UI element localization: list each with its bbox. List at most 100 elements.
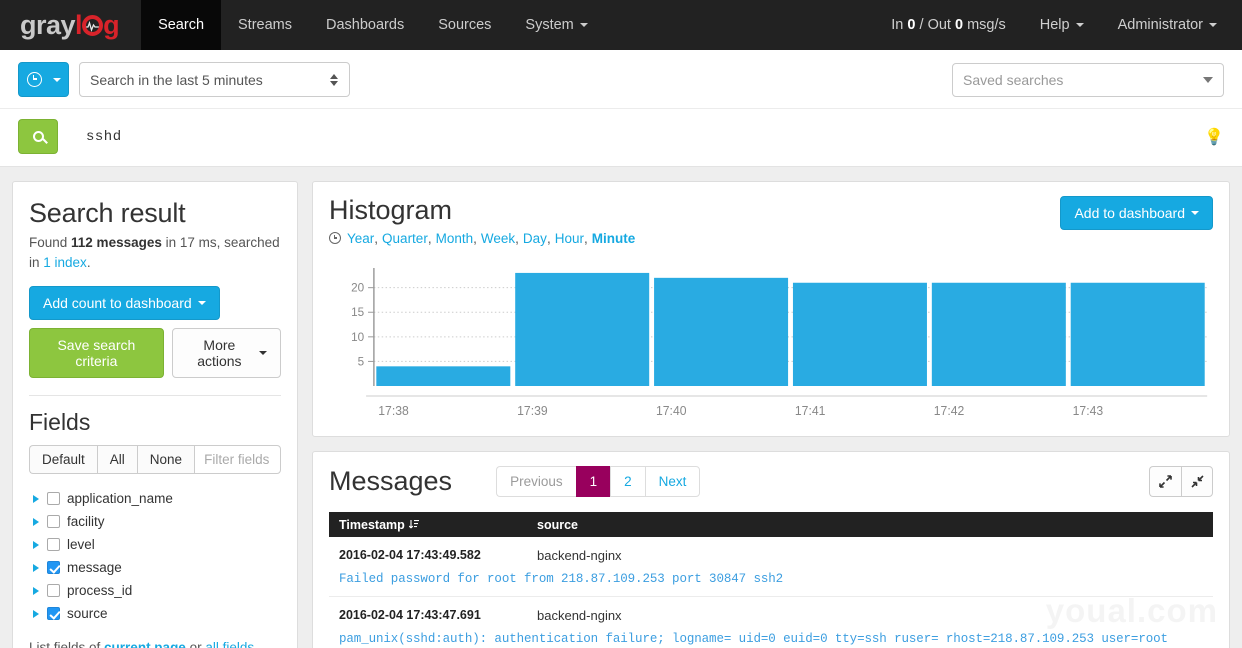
throughput-in-value: 0 bbox=[907, 17, 916, 33]
histogram-bar[interactable] bbox=[792, 282, 927, 386]
field-row-source[interactable]: source bbox=[29, 602, 281, 625]
table-row[interactable]: 2016-02-04 17:43:47.691 backend-nginx pa… bbox=[329, 597, 1213, 648]
stepper-arrows-icon bbox=[330, 73, 338, 86]
histogram-bar[interactable] bbox=[376, 366, 511, 386]
messages-title: Messages bbox=[329, 465, 453, 496]
column-header-timestamp-label: Timestamp bbox=[339, 517, 405, 532]
query-row: 💡 bbox=[0, 109, 1242, 166]
field-row-application-name[interactable]: application_name bbox=[29, 487, 281, 510]
chevron-right-icon[interactable] bbox=[33, 563, 39, 572]
found-suffix: . bbox=[86, 254, 91, 270]
sort-descending-icon bbox=[408, 520, 419, 529]
search-result-title: Search result bbox=[29, 198, 186, 228]
throughput-in-label: In bbox=[891, 17, 904, 33]
current-page-link[interactable]: current page bbox=[104, 640, 186, 648]
add-to-dashboard-button[interactable]: Add to dashboard bbox=[1060, 196, 1213, 230]
field-checkbox[interactable] bbox=[47, 584, 60, 598]
timerange-select[interactable]: Search in the last 5 minutes bbox=[79, 62, 350, 97]
histogram-title: Histogram bbox=[329, 195, 453, 225]
nav-item-help[interactable]: Help bbox=[1023, 0, 1101, 50]
chevron-right-icon[interactable] bbox=[33, 494, 39, 503]
save-search-criteria-button[interactable]: Save search criteria bbox=[29, 328, 164, 379]
histogram-header: Histogram Year, Quarter, Month, Week, Da… bbox=[329, 195, 1213, 246]
chevron-right-icon[interactable] bbox=[33, 540, 39, 549]
y-tick-label: 15 bbox=[351, 305, 364, 319]
resolution-quarter[interactable]: Quarter bbox=[382, 231, 428, 246]
search-query-input[interactable] bbox=[86, 128, 1224, 145]
pagination: Previous 1 2 Next bbox=[496, 465, 701, 498]
pagination-next[interactable]: Next bbox=[644, 465, 701, 498]
resolution-minute[interactable]: Minute bbox=[592, 231, 636, 246]
pagination-page-1[interactable]: 1 bbox=[575, 465, 611, 498]
logo-pulse-icon bbox=[82, 14, 104, 36]
lightbulb-icon[interactable]: 💡 bbox=[1204, 129, 1224, 146]
expand-all-icon[interactable] bbox=[1149, 465, 1181, 497]
chevron-down-icon bbox=[259, 351, 267, 356]
histogram-bar[interactable] bbox=[1070, 282, 1205, 386]
pagination-page-2[interactable]: 2 bbox=[610, 465, 645, 498]
field-checkbox[interactable] bbox=[47, 607, 60, 621]
nav-item-dashboards-label: Dashboards bbox=[326, 17, 405, 33]
table-row[interactable]: 2016-02-04 17:43:49.582 backend-nginx Fa… bbox=[329, 537, 1213, 598]
filter-fields-input[interactable] bbox=[194, 445, 281, 475]
index-link[interactable]: 1 index bbox=[43, 255, 87, 270]
field-checkbox[interactable] bbox=[47, 538, 60, 552]
more-actions-button[interactable]: More actions bbox=[171, 328, 281, 379]
search-sidebar: Search result Found 112 messages in 17 m… bbox=[12, 181, 298, 648]
saved-searches-select[interactable]: Saved searches bbox=[952, 62, 1224, 97]
resolution-month[interactable]: Month bbox=[436, 231, 474, 246]
field-row-facility[interactable]: facility bbox=[29, 510, 281, 533]
fields-all-button[interactable]: All bbox=[96, 445, 137, 475]
sidebar-divider bbox=[29, 395, 281, 397]
graylog-logo[interactable]: gray l g bbox=[0, 0, 141, 50]
resolution-hour[interactable]: Hour bbox=[555, 231, 584, 246]
nav-item-search[interactable]: Search bbox=[141, 0, 222, 50]
field-row-message[interactable]: message bbox=[29, 556, 281, 579]
all-fields-link[interactable]: all fields bbox=[205, 640, 254, 648]
search-button[interactable] bbox=[18, 119, 58, 154]
fields-footer-prefix: List fields of bbox=[29, 640, 105, 648]
fields-footer-mid: or bbox=[185, 640, 206, 648]
nav-item-sources[interactable]: Sources bbox=[421, 0, 508, 50]
histogram-bar[interactable] bbox=[931, 282, 1066, 386]
chevron-right-icon[interactable] bbox=[33, 586, 39, 595]
resolution-day[interactable]: Day bbox=[523, 231, 547, 246]
nav-item-sources-label: Sources bbox=[438, 17, 492, 33]
field-row-level[interactable]: level bbox=[29, 533, 281, 556]
search-result-meta: Found 112 messages in 17 ms, searched in… bbox=[29, 233, 281, 272]
messages-tools bbox=[1149, 465, 1213, 497]
field-checkbox[interactable] bbox=[47, 515, 60, 529]
fields-none-button[interactable]: None bbox=[136, 445, 195, 475]
saved-searches-placeholder: Saved searches bbox=[963, 71, 1064, 88]
nav-item-dashboards[interactable]: Dashboards bbox=[309, 0, 421, 50]
histogram-svg: 5 10 15 20 17:38 17:39 17:40 17:41 17:42 17:43 bbox=[351, 267, 1208, 418]
chevron-right-icon[interactable] bbox=[33, 517, 39, 526]
column-header-timestamp[interactable]: Timestamp bbox=[339, 518, 537, 532]
chevron-right-icon[interactable] bbox=[33, 609, 39, 618]
histogram-bar[interactable] bbox=[515, 272, 650, 386]
nav-item-system[interactable]: System bbox=[508, 0, 604, 50]
timerange-type-button[interactable] bbox=[18, 62, 69, 97]
search-actions-row: Save search criteria More actions bbox=[29, 328, 281, 379]
add-count-to-dashboard-button[interactable]: Add count to dashboard bbox=[29, 286, 220, 321]
collapse-all-icon[interactable] bbox=[1181, 465, 1213, 497]
logo-text-log-g: g bbox=[103, 9, 120, 40]
throughput-indicator: In 0 / Out 0 msg/s bbox=[874, 0, 1022, 50]
nav-item-help-label: Help bbox=[1039, 17, 1070, 33]
nav-item-user-menu[interactable]: Administrator bbox=[1101, 0, 1234, 50]
resolution-year[interactable]: Year bbox=[347, 231, 374, 246]
field-label: facility bbox=[67, 514, 105, 530]
fields-footer-suffix: . bbox=[254, 640, 258, 648]
resolution-week[interactable]: Week bbox=[481, 231, 515, 246]
fields-default-button[interactable]: Default bbox=[29, 445, 97, 475]
field-checkbox[interactable] bbox=[47, 561, 60, 575]
field-checkbox[interactable] bbox=[47, 492, 60, 506]
histogram-chart[interactable]: 5 10 15 20 17:38 17:39 17:40 17:41 17:42 17:43 bbox=[329, 264, 1213, 424]
pagination-previous[interactable]: Previous bbox=[496, 465, 576, 498]
histogram-bar[interactable] bbox=[654, 277, 789, 386]
field-row-process-id[interactable]: process_id bbox=[29, 579, 281, 602]
primary-nav: Search Streams Dashboards Sources System bbox=[141, 0, 605, 50]
column-header-source[interactable]: source bbox=[537, 518, 1203, 532]
nav-item-streams[interactable]: Streams bbox=[221, 0, 309, 50]
search-bar-area: Search in the last 5 minutes Saved searc… bbox=[0, 50, 1242, 167]
